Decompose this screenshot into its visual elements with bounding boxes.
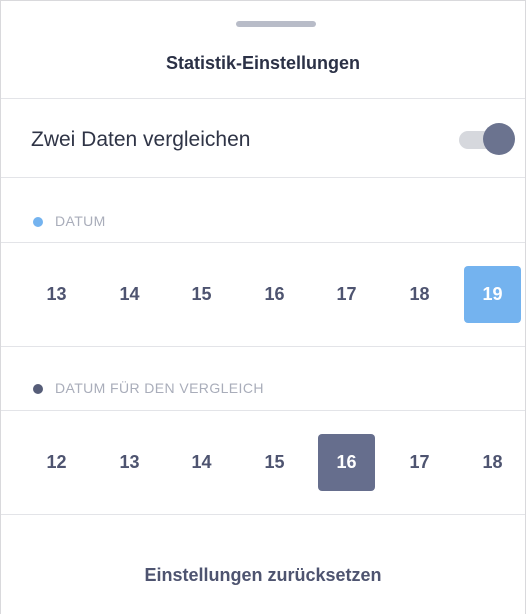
reset-settings-button[interactable]: Einstellungen zurücksetzen — [1, 565, 525, 586]
day-18-button[interactable]: 18 — [464, 434, 521, 491]
divider — [1, 410, 525, 411]
day-15-button[interactable]: 15 — [173, 266, 230, 323]
date-section-label: DATUM — [55, 213, 106, 229]
day-12-button[interactable]: 12 — [28, 434, 85, 491]
compare-date-picker-row: 12 13 14 15 16 17 18 — [1, 434, 525, 494]
divider — [1, 242, 525, 243]
toggle-knob — [483, 123, 515, 155]
day-13-button[interactable]: 13 — [28, 266, 85, 323]
day-17-button[interactable]: 17 — [318, 266, 375, 323]
divider — [1, 346, 525, 347]
compare-toggle-label: Zwei Daten vergleichen — [31, 128, 251, 151]
date-legend-dot — [33, 217, 43, 227]
compare-section-label: DATUM FÜR DEN VERGLEICH — [55, 380, 264, 396]
divider — [1, 514, 525, 515]
day-15-button[interactable]: 15 — [246, 434, 303, 491]
day-19-button[interactable]: 19 — [464, 266, 521, 323]
day-16-button[interactable]: 16 — [318, 434, 375, 491]
day-17-button[interactable]: 17 — [391, 434, 448, 491]
date-picker-row: 13 14 15 16 17 18 19 — [1, 266, 525, 326]
day-14-button[interactable]: 14 — [101, 266, 158, 323]
divider — [1, 98, 525, 99]
divider — [1, 177, 525, 178]
day-16-button[interactable]: 16 — [246, 266, 303, 323]
sheet-grabber-handle[interactable] — [236, 21, 316, 27]
day-18-button[interactable]: 18 — [391, 266, 448, 323]
day-13-button[interactable]: 13 — [101, 434, 158, 491]
settings-sheet: Statistik-Einstellungen Zwei Daten vergl… — [0, 0, 526, 614]
compare-legend-dot — [33, 384, 43, 394]
compare-toggle-switch[interactable] — [459, 122, 515, 156]
compare-toggle-row: Zwei Daten vergleichen — [1, 100, 525, 178]
sheet-title: Statistik-Einstellungen — [165, 53, 361, 73]
day-14-button[interactable]: 14 — [173, 434, 230, 491]
